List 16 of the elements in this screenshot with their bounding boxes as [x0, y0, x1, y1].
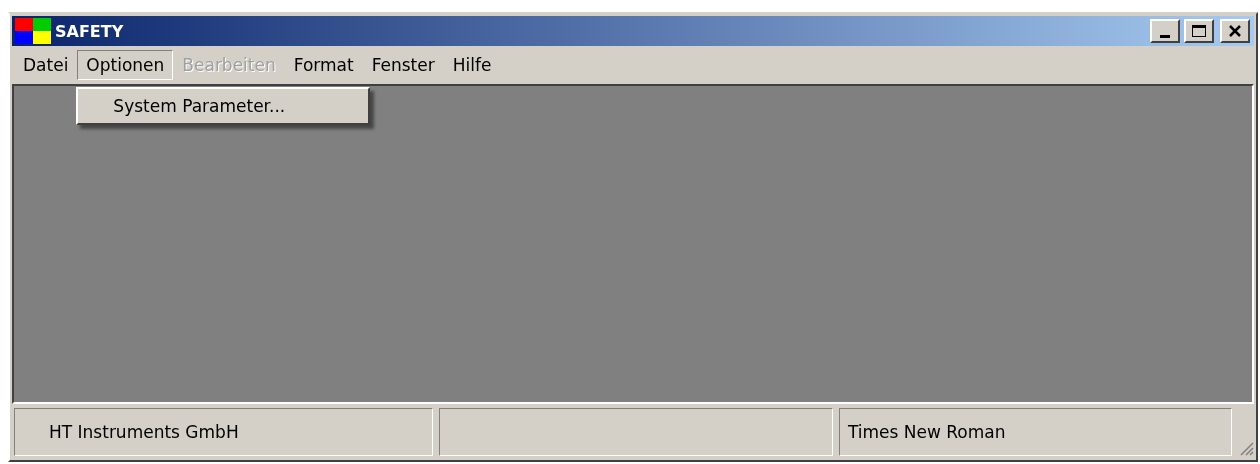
status-pane: HT Instruments GmbH	[14, 408, 434, 456]
maximize-icon	[1191, 24, 1207, 38]
dropdown-item[interactable]: System Parameter...	[81, 92, 366, 120]
menu-item[interactable]: Hilfe	[443, 50, 501, 80]
close-button[interactable]	[1220, 19, 1250, 43]
minimize-icon	[1160, 34, 1170, 38]
menu-item[interactable]: Datei	[14, 50, 78, 80]
menu-item[interactable]: Format	[284, 50, 363, 80]
status-pane: Times New Roman	[838, 408, 1233, 456]
maximize-button[interactable]	[1184, 19, 1214, 43]
window-title: SAFETY	[55, 21, 125, 41]
resize-grip-icon[interactable]	[1238, 440, 1254, 456]
app-logo-icon	[15, 18, 51, 44]
close-icon	[1228, 24, 1242, 38]
menu-item[interactable]: Fenster	[362, 50, 444, 80]
minimize-button[interactable]	[1150, 19, 1180, 43]
